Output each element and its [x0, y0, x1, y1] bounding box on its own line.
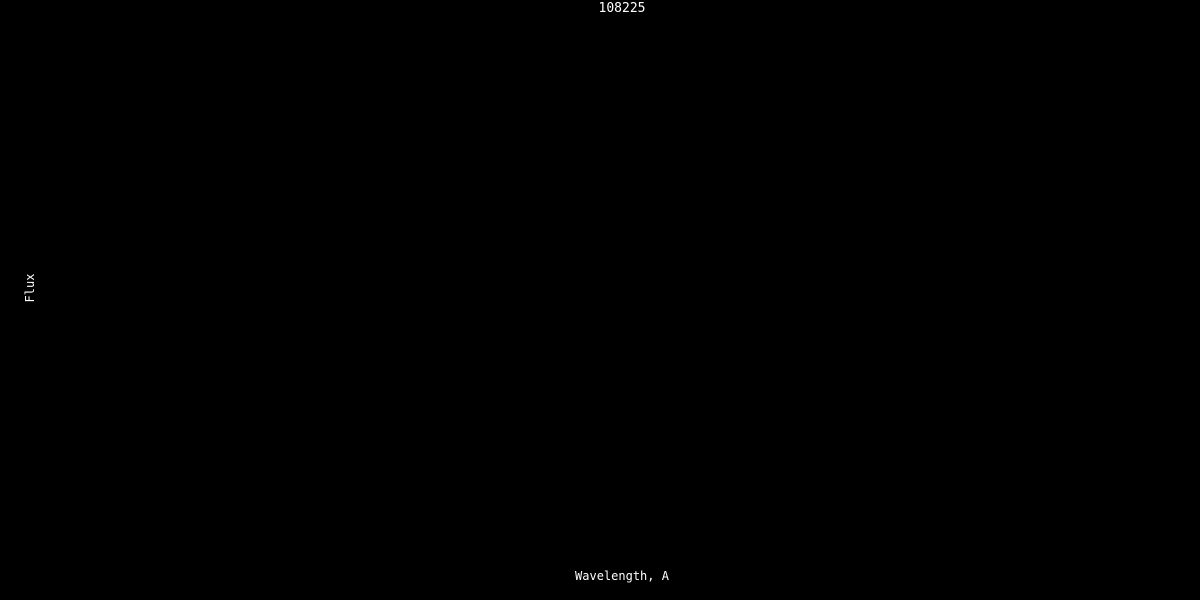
spectrum-plot-window: 108225 Wavelength, A Flux: [0, 0, 1200, 600]
y-axis-label: Flux: [23, 274, 37, 303]
x-axis-label: Wavelength, A: [62, 569, 1182, 583]
spectrum-canvas: [0, 0, 1200, 600]
plot-title: 108225: [62, 2, 1182, 16]
